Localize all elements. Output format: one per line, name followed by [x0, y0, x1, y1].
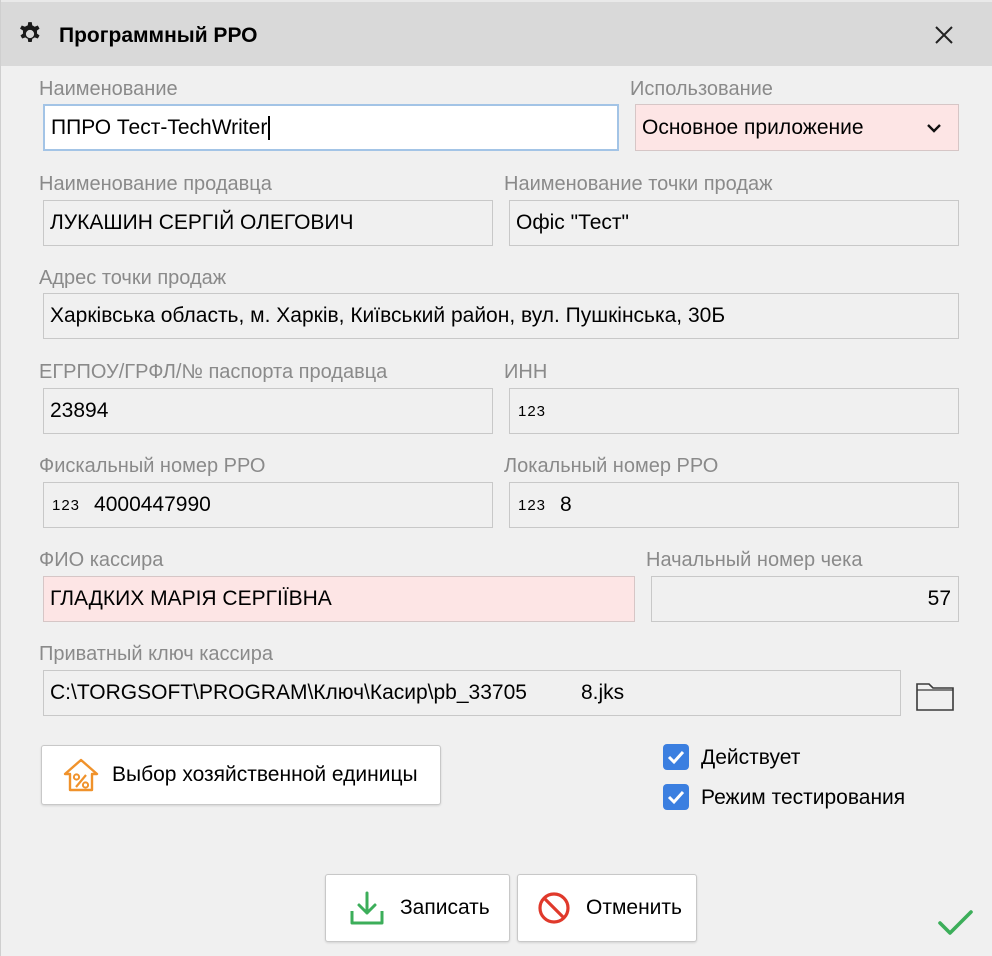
chevron-down-icon[interactable]	[924, 118, 944, 138]
choose-unit-button[interactable]: Выбор хозяйственной единицы	[41, 745, 441, 805]
private-key-label: Приватный ключ кассира	[39, 643, 273, 665]
usage-value: Основное приложение	[642, 115, 864, 139]
point-name-field[interactable]: Офіс "Тест"	[509, 200, 959, 246]
choose-unit-label: Выбор хозяйственной единицы	[112, 763, 418, 786]
point-name-label: Наименование точки продаж	[504, 173, 773, 195]
address-field[interactable]: Харківська область, м. Харків, Київський…	[43, 293, 959, 339]
point-name-value: Офіс "Тест"	[516, 211, 629, 234]
seller-name-field[interactable]: ЛУКАШИН СЕРГІЙ ОЛЕГОВИЧ	[43, 200, 493, 246]
inn-label: ИНН	[504, 361, 548, 383]
gear-icon	[20, 22, 40, 43]
fiscal-number-label: Фискальный номер РРО	[39, 455, 266, 477]
cancel-button[interactable]: Отменить	[517, 874, 697, 942]
private-key-value-end: 8.jks	[580, 681, 625, 704]
numeric-icon: 123	[518, 402, 547, 420]
forbidden-icon	[538, 892, 570, 924]
ppro-dialog: Программный РРО Наименование ППРО Тест-T…	[0, 0, 992, 956]
receipt-start-field[interactable]: 57	[651, 576, 959, 622]
local-number-label: Локальный номер РРО	[504, 455, 719, 477]
text-caret	[268, 115, 271, 140]
inn-field[interactable]: 123	[509, 388, 959, 434]
checkmark-icon	[667, 750, 685, 765]
name-label: Наименование	[39, 78, 178, 100]
numeric-icon: 123	[52, 496, 81, 514]
checkmark-icon	[938, 910, 973, 935]
local-number-field[interactable]: 123 8	[509, 482, 959, 528]
cashier-name-field[interactable]: ГЛАДКИХ МАРІЯ СЕРГІЇВНА	[43, 576, 635, 622]
usage-select[interactable]: Основное приложение	[635, 104, 959, 151]
checkmark-icon	[667, 790, 685, 805]
cashier-name-value: ГЛАДКИХ МАРІЯ СЕРГІЇВНА	[50, 587, 332, 610]
seller-name-label: Наименование продавца	[39, 173, 272, 195]
receipt-start-label: Начальный номер чека	[646, 549, 863, 571]
seller-id-field[interactable]: 23894	[43, 388, 493, 434]
name-value: ППРО Тест-TechWriter	[51, 115, 268, 139]
house-percent-icon	[63, 758, 99, 792]
seller-id-label: ЕГРПОУ/ГРФЛ/№ паспорта продавца	[39, 361, 388, 383]
folder-icon[interactable]	[915, 678, 955, 712]
fiscal-number-value: 4000447990	[94, 493, 211, 516]
private-key-value-start: C:\TORGSOFT\PROGRAM\Ключ\Касир\pb_33705	[50, 681, 527, 704]
download-icon	[350, 891, 384, 925]
seller-id-value: 23894	[50, 399, 109, 422]
cashier-name-label: ФИО кассира	[39, 549, 164, 571]
local-number-value: 8	[560, 493, 572, 516]
close-icon[interactable]	[927, 18, 961, 52]
active-checkbox[interactable]	[663, 744, 689, 770]
redaction-mask	[526, 678, 581, 708]
cancel-label: Отменить	[586, 896, 682, 919]
test-mode-checkbox-label[interactable]: Режим тестирования	[701, 786, 905, 810]
save-label: Записать	[400, 896, 490, 919]
fiscal-number-field[interactable]: 123 4000447990	[43, 482, 493, 528]
private-key-field[interactable]: C:\TORGSOFT\PROGRAM\Ключ\Касир\pb_33705 8…	[43, 670, 901, 716]
numeric-icon: 123	[518, 496, 547, 514]
title-bar: Программный РРО	[1, 0, 992, 66]
seller-name-value: ЛУКАШИН СЕРГІЙ ОЛЕГОВИЧ	[50, 211, 354, 234]
save-button[interactable]: Записать	[325, 874, 510, 942]
name-input[interactable]: ППРО Тест-TechWriter	[43, 104, 619, 151]
test-mode-checkbox[interactable]	[663, 784, 689, 810]
address-value: Харківська область, м. Харків, Київський…	[50, 304, 726, 327]
receipt-start-value: 57	[927, 587, 951, 610]
active-checkbox-label[interactable]: Действует	[701, 746, 800, 770]
window-title: Программный РРО	[59, 24, 258, 47]
address-label: Адрес точки продаж	[39, 267, 227, 289]
usage-label: Использование	[630, 78, 773, 100]
